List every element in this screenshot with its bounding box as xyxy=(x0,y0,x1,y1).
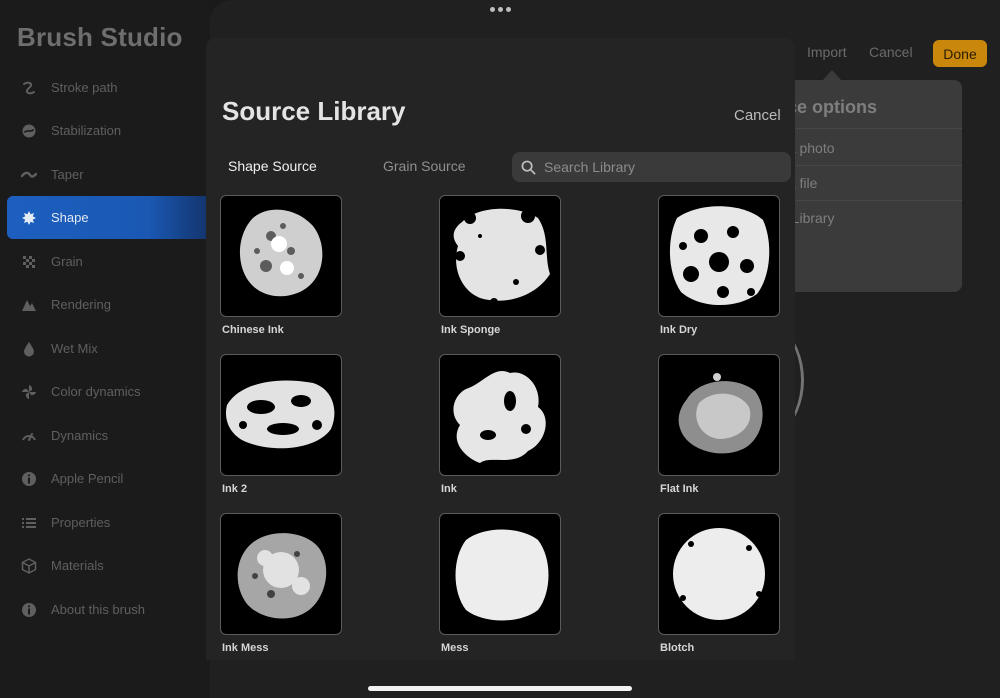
sidebar-item-properties[interactable]: Properties xyxy=(7,501,210,544)
stabilization-icon xyxy=(7,123,51,139)
cancel-button[interactable]: Cancel xyxy=(869,44,913,60)
shape-label: Ink Sponge xyxy=(441,324,501,336)
divider xyxy=(780,165,962,166)
done-button[interactable]: Done xyxy=(933,40,987,67)
wide-holey-blob-icon xyxy=(225,380,335,449)
round-blob-icon xyxy=(673,528,765,620)
sidebar-item-stabilization[interactable]: Stabilization xyxy=(7,109,210,152)
shape-label: Ink Dry xyxy=(660,324,698,336)
shape-tile-blotch[interactable] xyxy=(658,513,780,635)
shape-tile-ink[interactable] xyxy=(439,354,561,476)
solid-blob-icon xyxy=(455,529,549,621)
color-dynamics-icon xyxy=(7,384,51,400)
messy-blob-icon xyxy=(237,533,327,619)
search-input[interactable] xyxy=(544,159,784,175)
sidebar-item-rendering[interactable]: Rendering xyxy=(7,283,210,326)
modal-cancel-button[interactable]: Cancel xyxy=(734,107,781,124)
divider xyxy=(780,128,962,129)
more-dots-icon[interactable] xyxy=(490,7,512,13)
sidebar-item-materials[interactable]: Materials xyxy=(7,544,210,587)
sidebar-item-label: Stabilization xyxy=(51,123,122,138)
sidebar-item-label: Materials xyxy=(51,558,104,573)
sidebar-item-apple-pencil[interactable]: Apple Pencil xyxy=(7,457,210,500)
tab-shape-source[interactable]: Shape Source xyxy=(228,158,317,174)
sidebar-item-wet-mix[interactable]: Wet Mix xyxy=(7,327,210,370)
search-icon xyxy=(512,160,544,175)
sidebar: Brush Studio Stroke path Stabilization T… xyxy=(0,0,210,698)
modal-title: Source Library xyxy=(222,96,406,126)
sidebar-item-label: Grain xyxy=(51,254,83,269)
sidebar-item-label: Wet Mix xyxy=(51,341,98,356)
grain-icon xyxy=(7,254,51,270)
sidebar-item-taper[interactable]: Taper xyxy=(7,153,210,196)
app-title: Brush Studio xyxy=(17,22,183,52)
rendering-icon xyxy=(7,297,51,313)
sidebar-item-label: Properties xyxy=(51,515,111,530)
splat-blob-icon xyxy=(453,370,546,463)
shape-label: Blotch xyxy=(660,642,695,654)
stroke-path-icon xyxy=(7,80,51,96)
sidebar-item-grain[interactable]: Grain xyxy=(7,240,210,283)
speckled-blob-icon xyxy=(239,209,323,297)
holey-blob-icon xyxy=(669,206,770,306)
shape-tile-ink-sponge[interactable] xyxy=(439,195,561,317)
taper-icon xyxy=(7,167,51,183)
shape-tile-chinese-ink[interactable] xyxy=(220,195,342,317)
list-icon xyxy=(7,515,51,531)
home-indicator xyxy=(368,686,632,691)
shape-tile-ink-mess[interactable] xyxy=(220,513,342,635)
import-button[interactable]: Import xyxy=(807,44,847,60)
source-library-modal: Source Library Cancel Shape Source Grain… xyxy=(206,38,795,660)
shape-tile-ink-2[interactable] xyxy=(220,354,342,476)
shape-label: Mess xyxy=(441,642,469,654)
wet-mix-icon xyxy=(7,341,51,357)
sidebar-item-about-this-brush[interactable]: About this brush xyxy=(7,588,210,631)
sidebar-item-label: Stroke path xyxy=(51,80,118,95)
faint-blob-icon xyxy=(678,373,763,454)
sidebar-item-shape[interactable]: Shape xyxy=(7,196,210,239)
shape-tile-ink-dry[interactable] xyxy=(658,195,780,317)
sidebar-item-label: Color dynamics xyxy=(51,384,141,399)
shape-label: Ink Mess xyxy=(222,642,269,654)
shape-label: Chinese Ink xyxy=(222,324,284,336)
sidebar-item-stroke-path[interactable]: Stroke path xyxy=(7,66,210,109)
sidebar-item-label: Apple Pencil xyxy=(51,471,124,486)
sidebar-item-label: Rendering xyxy=(51,297,111,312)
info-icon xyxy=(7,602,51,618)
cube-icon xyxy=(7,557,51,574)
info-icon xyxy=(7,471,51,487)
shape-label: Flat Ink xyxy=(660,483,699,495)
sidebar-item-label: Taper xyxy=(51,167,84,182)
shape-label: Ink xyxy=(441,483,457,495)
sidebar-item-color-dynamics[interactable]: Color dynamics xyxy=(7,370,210,413)
shape-icon xyxy=(7,210,51,226)
shape-tile-mess[interactable] xyxy=(439,513,561,635)
sidebar-item-label: Shape xyxy=(51,210,89,225)
search-bar[interactable] xyxy=(512,152,791,182)
sponge-blob-icon xyxy=(453,208,550,306)
shape-label: Ink 2 xyxy=(222,483,248,495)
shape-tile-flat-ink[interactable] xyxy=(658,354,780,476)
sidebar-item-label: Dynamics xyxy=(51,428,109,443)
sidebar-item-label: About this brush xyxy=(51,602,145,617)
dynamics-icon xyxy=(7,428,51,444)
sidebar-item-dynamics[interactable]: Dynamics xyxy=(7,414,210,457)
source-options-popover: rce options t a photo t a file e Library xyxy=(780,80,962,292)
tab-grain-source[interactable]: Grain Source xyxy=(383,158,465,174)
divider xyxy=(780,200,962,201)
